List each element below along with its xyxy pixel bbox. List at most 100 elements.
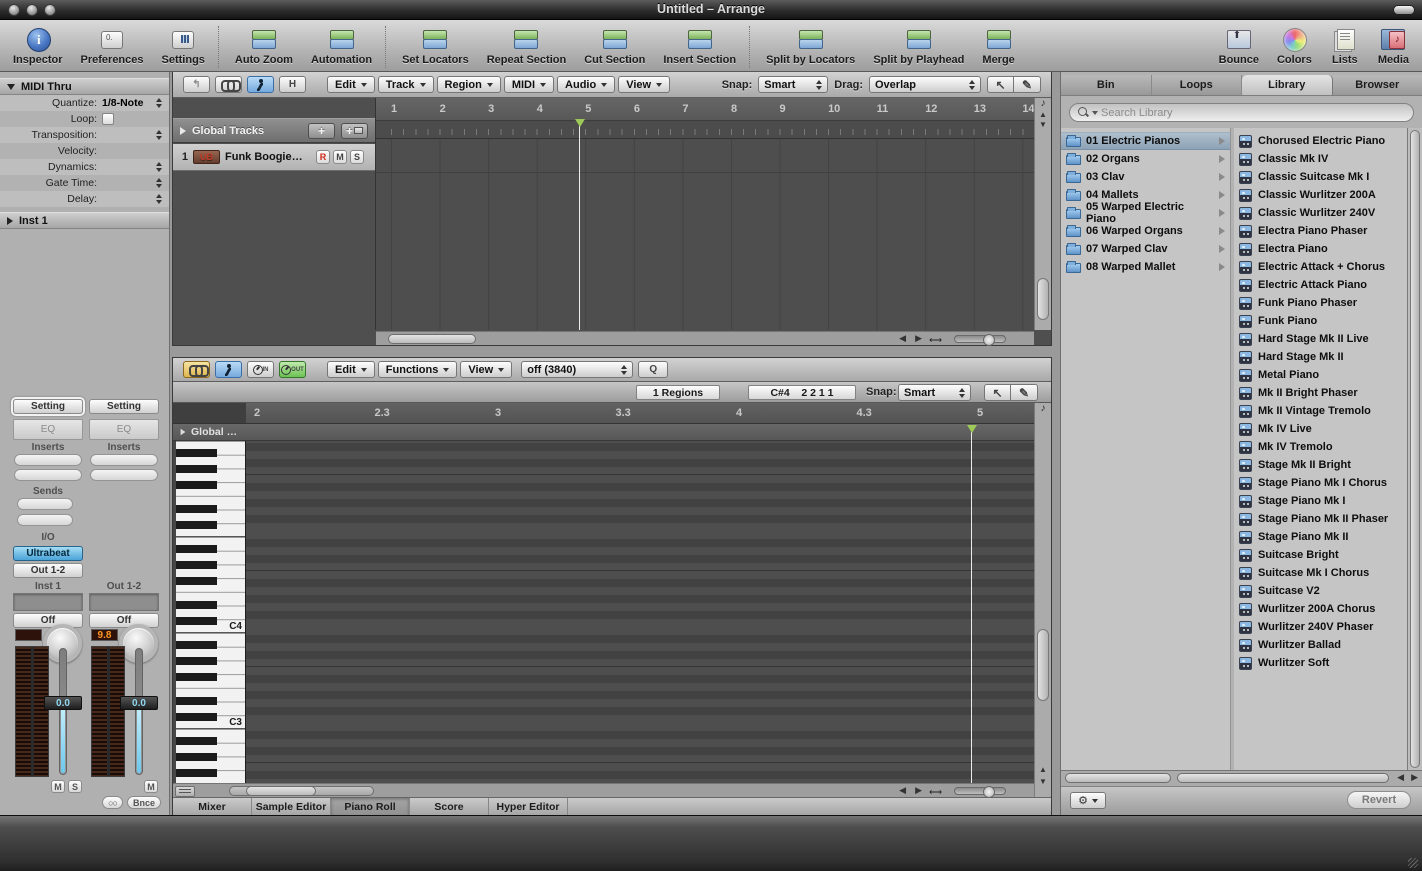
settings[interactable]: Settings: [153, 26, 214, 68]
auto-zoom[interactable]: Auto Zoom: [218, 26, 302, 68]
library-patch-row[interactable]: Stage Piano Mk I: [1234, 492, 1407, 510]
keyboard-octave[interactable]: C2: [176, 729, 245, 783]
mute-button[interactable]: M: [51, 780, 65, 793]
catch-playhead-button[interactable]: [215, 361, 242, 378]
library-category-row[interactable]: 03 Clav: [1061, 168, 1230, 186]
split-by-playhead[interactable]: Split by Playhead: [864, 26, 973, 68]
library-patch-row[interactable]: Stage Piano Mk II: [1234, 528, 1407, 546]
library-patch-row[interactable]: Mk IV Live: [1234, 420, 1407, 438]
volume-fader[interactable]: 0.0: [52, 648, 74, 775]
mute-button[interactable]: M: [144, 780, 158, 793]
scroll-down-icon[interactable]: ▼: [1035, 777, 1051, 787]
toolbar-toggle-button[interactable]: [1393, 5, 1415, 15]
scroll-left-icon[interactable]: ◀: [899, 333, 906, 344]
setting-button[interactable]: Setting: [13, 399, 83, 414]
arrange-vscrollbar[interactable]: ♪ ▲ ▼: [1034, 98, 1051, 330]
keyboard-octave[interactable]: [176, 441, 245, 537]
gate-time-row[interactable]: Gate Time:: [0, 175, 169, 191]
library-patch-row[interactable]: Classic Wurlitzer 240V: [1234, 204, 1407, 222]
library-patch-row[interactable]: Funk Piano Phaser: [1234, 294, 1407, 312]
piano-keyboard[interactable]: C4 C3 C2 C1: [176, 441, 246, 783]
stepper-control[interactable]: [154, 98, 163, 108]
library-category-row[interactable]: 01 Electric Pianos: [1061, 132, 1230, 150]
eq-slot[interactable]: EQ: [13, 419, 83, 440]
pencil-tool-button[interactable]: ✎: [1011, 384, 1038, 401]
send-slot[interactable]: [17, 514, 73, 526]
keyboard-octave[interactable]: C3: [176, 633, 245, 729]
media[interactable]: Media: [1369, 26, 1418, 68]
quantize-row[interactable]: Quantize: 1/8-Note: [0, 95, 169, 111]
link-button[interactable]: [215, 76, 242, 93]
library-vscrollbar[interactable]: [1407, 128, 1422, 770]
library-patch-row[interactable]: Hard Stage Mk II: [1234, 348, 1407, 366]
bar-ruler[interactable]: 1234567891011121314: [376, 98, 1034, 139]
tab-library[interactable]: Library: [1242, 75, 1333, 95]
library-patch-row[interactable]: Classic Suitcase Mk I: [1234, 168, 1407, 186]
note-grid[interactable]: [246, 441, 1034, 783]
arrange-menu[interactable]: View: [618, 76, 670, 93]
setting-button[interactable]: Setting: [89, 399, 159, 414]
library-hscrollbar[interactable]: ◀ ▶: [1061, 770, 1422, 786]
library-search[interactable]: [1069, 103, 1414, 122]
inspector[interactable]: Inspector: [4, 26, 72, 68]
search-input[interactable]: [1101, 107, 1405, 119]
solo-button[interactable]: S: [68, 780, 82, 793]
library-patch-row[interactable]: Electra Piano: [1234, 240, 1407, 258]
search-options-icon[interactable]: [1092, 111, 1098, 115]
library-patch-row[interactable]: Mk IV Tremolo: [1234, 438, 1407, 456]
midi-out-button[interactable]: OUT: [279, 361, 306, 378]
library-patch-row[interactable]: Electra Piano Phaser: [1234, 222, 1407, 240]
scroll-thumb[interactable]: [246, 786, 316, 796]
arrange-hscrollbar[interactable]: ◀ ▶ ⟷: [376, 331, 1034, 345]
library-patch-row[interactable]: Suitcase V2: [1234, 582, 1407, 600]
library-patch-row[interactable]: Chorused Electric Piano: [1234, 132, 1407, 150]
scroll-down-icon[interactable]: ▼: [1035, 120, 1051, 130]
track-solo-button[interactable]: S: [350, 150, 364, 164]
tab-hyper-editor[interactable]: Hyper Editor: [489, 798, 568, 816]
track-row[interactable]: 1 UB Funk Boogie… R M S: [173, 144, 375, 171]
scroll-right-icon[interactable]: ▶: [915, 785, 922, 796]
playhead[interactable]: [971, 432, 972, 783]
library-patch-row[interactable]: Stage Piano Mk II Phaser: [1234, 510, 1407, 528]
eq-slot[interactable]: EQ: [89, 419, 159, 440]
piano-roll-vscrollbar[interactable]: ♪ ▲ ▼: [1034, 403, 1051, 797]
dynamics-row[interactable]: Dynamics:: [0, 159, 169, 175]
catch-playhead-button[interactable]: [247, 76, 274, 93]
record-enable-button[interactable]: R: [316, 150, 330, 164]
library-patch-row[interactable]: Funk Piano: [1234, 312, 1407, 330]
stepper-control[interactable]: [154, 178, 163, 188]
midi-in-button[interactable]: IN: [247, 361, 274, 378]
repeat-section[interactable]: Repeat Section: [478, 26, 575, 68]
transposition-row[interactable]: Transposition:: [0, 127, 169, 143]
tab-sample-editor[interactable]: Sample Editor: [252, 798, 331, 816]
drag-dropdown[interactable]: Overlap: [869, 76, 981, 93]
zoom-fit-icon[interactable]: ⟷: [929, 335, 942, 346]
hide-tracks-button[interactable]: H: [279, 76, 306, 93]
inst1-header[interactable]: Inst 1: [0, 212, 169, 229]
scroll-right-icon[interactable]: ▶: [915, 333, 922, 344]
pencil-tool-button[interactable]: ✎: [1014, 76, 1041, 93]
library-patch-row[interactable]: Hard Stage Mk II Live: [1234, 330, 1407, 348]
loop-row[interactable]: Loop:: [0, 111, 169, 127]
library-patch-row[interactable]: Stage Mk II Bright: [1234, 456, 1407, 474]
hierarchy-back-button[interactable]: ↰: [183, 76, 210, 93]
global-tracks-header[interactable]: Global …: [173, 424, 1034, 441]
pointer-tool-button[interactable]: ↖: [987, 76, 1014, 93]
stepper-control[interactable]: [154, 130, 163, 140]
bounce[interactable]: Bounce: [1210, 26, 1268, 68]
arrange-menu[interactable]: Edit: [327, 76, 375, 93]
resize-grip[interactable]: [1408, 858, 1418, 868]
keyboard-octave[interactable]: C4: [176, 537, 245, 633]
playhead[interactable]: [579, 126, 580, 330]
tab-loops[interactable]: Loops: [1152, 75, 1243, 95]
fader-value[interactable]: 0.0: [44, 696, 82, 710]
scroll-thumb[interactable]: [1065, 773, 1171, 783]
revert-button[interactable]: Revert: [1347, 791, 1411, 809]
merge[interactable]: Merge: [973, 26, 1023, 68]
scroll-left-icon[interactable]: ◀: [899, 785, 906, 796]
library-patch-row[interactable]: Mk II Bright Phaser: [1234, 384, 1407, 402]
library-category-row[interactable]: 02 Organs: [1061, 150, 1230, 168]
library-patch-row[interactable]: Stage Piano Mk I Chorus: [1234, 474, 1407, 492]
stereo-format-button[interactable]: ○○: [102, 796, 123, 809]
set-locators[interactable]: Set Locators: [385, 26, 478, 68]
